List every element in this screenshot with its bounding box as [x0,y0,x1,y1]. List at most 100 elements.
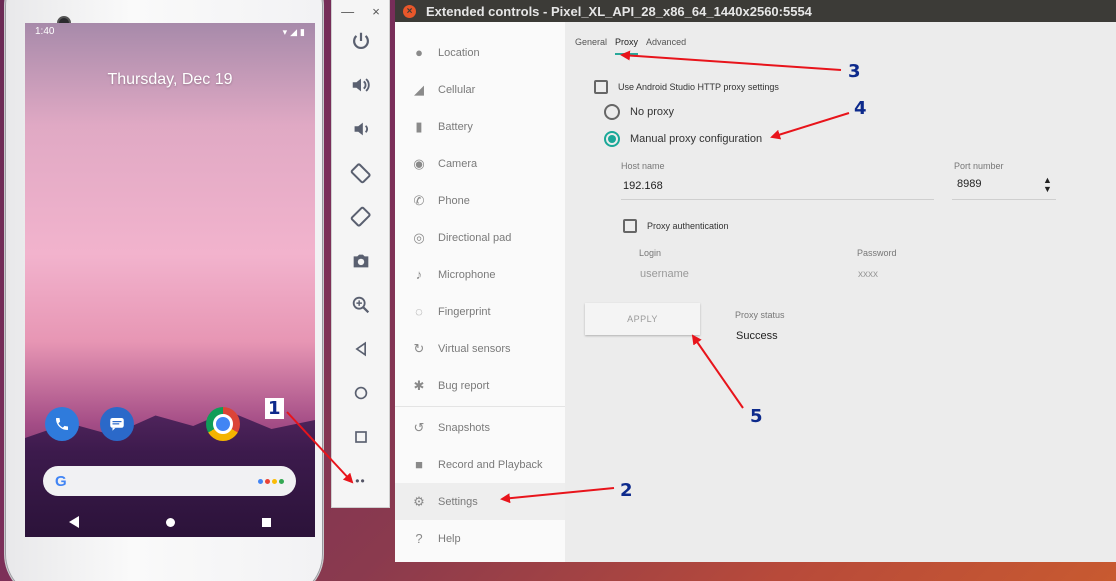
wifi-icon: ▾ [282,26,288,37]
sidebar-item-help[interactable]: ? Help [395,520,565,557]
no-proxy-label: No proxy [630,106,675,118]
back-button[interactable] [332,334,389,364]
sidebar-item-camera[interactable]: ◉ Camera [395,145,565,182]
gear-icon: ⚙ [413,493,425,509]
sidebar-item-snapshots[interactable]: ↺ Snapshots [395,409,565,446]
no-proxy-row[interactable]: No proxy [604,104,674,120]
proxy-auth-checkbox[interactable] [623,219,637,233]
home-icon[interactable] [165,517,175,527]
close-icon[interactable]: × [372,4,380,19]
battery-icon: ▮ [300,26,305,37]
port-number-label: Port number [954,161,1004,171]
no-proxy-radio[interactable] [604,104,620,120]
volume-up-button[interactable] [332,70,389,100]
window-close-button[interactable]: × [403,4,416,18]
password-input[interactable]: xxxx [858,269,878,280]
sidebar-item-label: Help [438,532,461,545]
settings-tabs: General Proxy Advanced [575,37,686,55]
sidebar-item-label: Settings [438,495,478,508]
zoom-button[interactable] [332,290,389,320]
manual-proxy-label: Manual proxy configuration [630,133,763,145]
overview-square-icon [354,431,367,443]
back-icon[interactable] [68,516,79,528]
emulator-toolbar: — × •• [331,0,390,508]
settings-content: General Proxy Advanced Use Android Studi… [565,22,1116,562]
manual-proxy-row[interactable]: Manual proxy configuration [604,131,762,147]
host-name-underline [621,199,934,200]
sidebar-item-phone[interactable]: ✆ Phone [395,182,565,219]
tab-proxy[interactable]: Proxy [615,37,639,55]
assistant-icon[interactable] [258,478,284,484]
sidebar-item-label: Record and Playback [438,458,543,471]
sidebar-item-label: Cellular [438,83,476,96]
proxy-auth-label: Proxy authentication [647,221,729,231]
window-title: Extended controls - Pixel_XL_API_28_x86_… [426,3,812,19]
host-name-input[interactable]: 192.168 [623,180,663,192]
home-circle-icon [354,386,367,400]
status-time: 1:40 [35,26,55,37]
camera-icon [353,254,368,268]
status-bar: 1:40 ▾ ◢ ▮ [25,23,315,41]
sidebar-item-label: Snapshots [438,421,490,434]
sidebar-item-label: Battery [438,120,473,133]
phone-icon: ✆ [413,192,425,208]
sidebar-item-virtual-sensors[interactable]: ↻ Virtual sensors [395,330,565,367]
sidebar-divider [395,406,565,407]
rotate-right-icon [350,206,371,227]
apply-button[interactable]: APPLY [585,303,700,335]
google-search-bar[interactable]: G [43,466,296,496]
manual-proxy-radio[interactable] [604,131,620,147]
more-button[interactable]: •• [332,466,389,496]
login-label: Login [639,248,662,258]
signal-icon: ◢ [414,81,424,97]
host-name-label: Host name [621,161,665,171]
sidebar-item-directional-pad[interactable]: ◎ Directional pad [395,219,565,256]
volume-up-icon [352,78,370,92]
rotate-right-button[interactable] [332,202,389,232]
tab-advanced[interactable]: Advanced [646,37,686,55]
microphone-icon: ♪ [415,267,423,282]
sidebar-item-bug-report[interactable]: ✱ Bug report [395,367,565,404]
sidebar-item-label: Camera [438,157,478,170]
overview-button[interactable] [332,422,389,452]
minimize-icon[interactable]: — [341,4,354,19]
use-studio-proxy-row[interactable]: Use Android Studio HTTP proxy settings [594,80,779,94]
sidebar-item-battery[interactable]: ▮ Battery [395,108,565,145]
sidebar-item-label: Bug report [438,379,490,392]
password-label: Password [857,248,897,258]
port-number-underline [952,199,1056,200]
sidebar-item-label: Directional pad [438,231,512,244]
recents-icon[interactable] [262,517,272,527]
phone-app-icon[interactable] [45,407,79,441]
sidebar-item-microphone[interactable]: ♪ Microphone [395,256,565,293]
proxy-status-label: Proxy status [735,310,785,320]
port-number-input[interactable]: 8989 [957,178,981,190]
power-button[interactable] [332,26,389,56]
login-input[interactable]: username [640,268,689,280]
messages-app-icon[interactable] [100,407,134,441]
sidebar-item-location[interactable]: ● Location [395,34,565,71]
sidebar-item-settings[interactable]: ⚙ Settings [395,483,565,520]
home-button[interactable] [332,378,389,408]
sidebar-item-record-and-playback[interactable]: ■ Record and Playback [395,446,565,483]
screenshot-button[interactable] [332,246,389,276]
window-titlebar: × Extended controls - Pixel_XL_API_28_x8… [395,0,1116,22]
sidebar-item-fingerprint[interactable]: ◌ Fingerprint [395,293,565,330]
status-icons: ▾ ◢ ▮ [283,26,305,38]
phone-screen[interactable]: 1:40 ▾ ◢ ▮ Thursday, Dec 19 G [25,23,315,537]
use-studio-proxy-checkbox[interactable] [594,80,608,94]
volume-down-button[interactable] [332,114,389,144]
sidebar-item-cellular[interactable]: ◢ Cellular [395,71,565,108]
stepper-down-icon[interactable]: ▼ [1043,185,1052,194]
tab-general[interactable]: General [575,37,607,55]
port-stepper[interactable]: ▲ ▼ [1043,176,1052,194]
fingerprint-icon: ◌ [415,304,423,319]
proxy-auth-row[interactable]: Proxy authentication [623,219,729,233]
rotate-left-button[interactable] [332,158,389,188]
lockscreen-date: Thursday, Dec 19 [107,71,233,88]
signal-icon: ◢ [290,26,298,37]
history-icon: ↺ [413,419,425,435]
sidebar-item-label: Microphone [438,268,496,281]
chrome-app-icon[interactable] [206,407,240,441]
toolbar-window-controls: — × [332,0,389,22]
